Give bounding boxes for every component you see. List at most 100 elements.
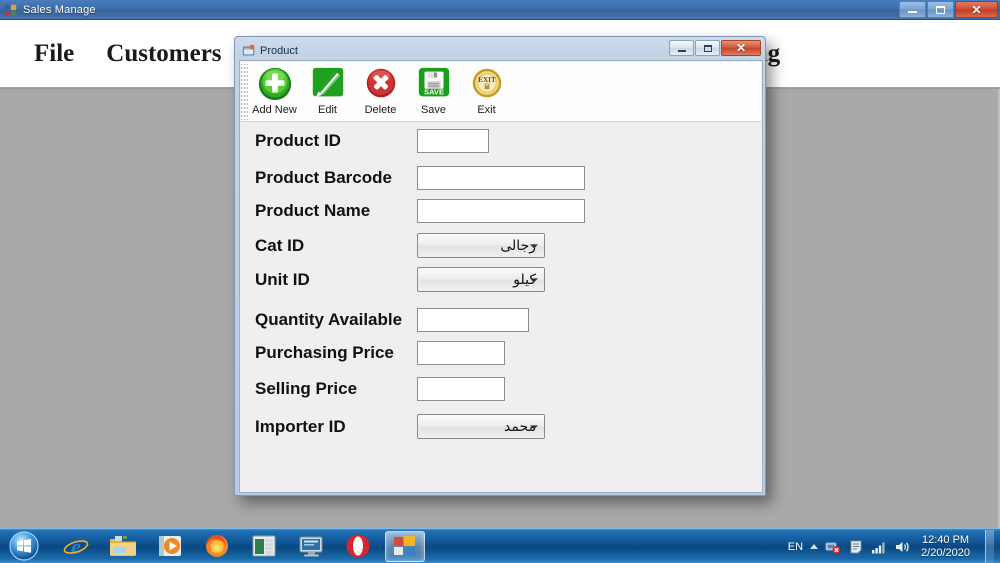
delete-button-label: Delete [364, 104, 397, 116]
language-indicator[interactable]: EN [788, 541, 803, 553]
purchasing-price-input[interactable] [417, 341, 505, 365]
taskbar-sales-manage-app[interactable] [385, 530, 425, 562]
cat-id-dropdown[interactable]: رجالى [417, 233, 545, 258]
file-explorer-icon [110, 536, 136, 556]
field-importer-id: Importer ID محمد [255, 414, 545, 439]
selling-price-input[interactable] [417, 377, 505, 401]
field-label-unit-id: Unit ID [255, 269, 310, 289]
edit-button[interactable]: Edit [301, 62, 354, 116]
add-new-icon [255, 65, 295, 103]
importer-id-value: محمد [504, 418, 536, 435]
save-button-label: Save [420, 104, 447, 116]
field-label-quantity-available: Quantity Available [255, 310, 403, 329]
field-label-product-name: Product Name [255, 201, 371, 220]
delete-button[interactable]: Delete [354, 62, 407, 116]
volume-icon[interactable] [894, 539, 910, 555]
taskbar-opera[interactable] [338, 531, 378, 562]
sales-manage-app-icon [394, 536, 415, 555]
save-icon: SAVE [414, 65, 454, 103]
taskbar-app-list: e [56, 530, 425, 562]
field-cat-id: Cat ID رجالى [255, 233, 545, 258]
opera-icon [346, 534, 370, 558]
field-label-cat-id: Cat ID [255, 235, 305, 255]
field-product-id: Product ID [255, 129, 489, 153]
product-name-input[interactable] [417, 199, 585, 223]
product-dialog-titlebar[interactable]: Product ✕ [239, 40, 761, 60]
field-unit-id: Unit ID كيلو [255, 267, 545, 292]
quantity-available-input[interactable] [417, 308, 529, 332]
clock[interactable]: 12:40 PM 2/20/2020 [917, 534, 976, 560]
main-minimize-button[interactable] [899, 1, 926, 18]
product-dialog-body: Add New Edit Delete SAVE Save EXIT Exit … [239, 60, 763, 493]
edit-button-label: Edit [318, 104, 337, 116]
taskbar-media-player[interactable] [150, 531, 190, 562]
show-desktop-button[interactable] [985, 530, 994, 563]
unit-id-dropdown[interactable]: كيلو [417, 267, 545, 292]
edit-icon [308, 65, 348, 103]
action-center-icon[interactable] [848, 539, 864, 555]
field-purchasing-price: Purchasing Price [255, 341, 505, 365]
dialog-maximize-button[interactable] [695, 40, 720, 56]
start-button[interactable] [2, 530, 46, 563]
firefox-icon [206, 535, 228, 557]
exit-icon: EXIT [467, 65, 507, 103]
field-label-product-barcode: Product Barcode [255, 168, 392, 187]
signal-bars-icon[interactable] [871, 539, 887, 555]
svg-text:EXIT: EXIT [478, 76, 496, 84]
chevron-down-icon [530, 424, 538, 429]
importer-id-dropdown[interactable]: محمد [417, 414, 545, 439]
product-dialog: Product ✕ Add New Edit Delete SAVE Save … [234, 36, 766, 496]
product-toolbar: Add New Edit Delete SAVE Save EXIT Exit [241, 62, 761, 122]
taskbar-remote-desktop[interactable] [291, 531, 331, 562]
svg-text:SAVE: SAVE [423, 87, 443, 96]
product-id-input[interactable] [417, 129, 489, 153]
taskbar-internet-explorer[interactable]: e [56, 531, 96, 562]
form-window-icon [242, 44, 255, 57]
add-new-button[interactable]: Add New [248, 62, 301, 116]
toolbar-grip-handle[interactable] [241, 64, 248, 120]
main-window-title: Sales Manage [23, 3, 96, 16]
taskbar-spreadsheet-app[interactable] [244, 531, 284, 562]
field-label-product-id: Product ID [255, 131, 341, 150]
remote-desktop-icon [299, 536, 323, 557]
svg-text:e: e [71, 534, 81, 559]
taskbar: e EN 12:40 PM 2/20/2020 [0, 528, 1000, 563]
add-new-button-label: Add New [252, 104, 297, 116]
product-dialog-controls: ✕ [669, 40, 761, 56]
delete-icon [361, 65, 401, 103]
field-selling-price: Selling Price [255, 377, 505, 401]
menu-item-customers[interactable]: Customers [90, 40, 237, 68]
field-label-importer-id: Importer ID [255, 416, 346, 436]
clock-date: 2/20/2020 [921, 546, 970, 559]
start-orb-icon [9, 531, 39, 561]
main-close-button[interactable]: ✕ [955, 1, 998, 18]
product-dialog-title: Product [260, 44, 298, 57]
clock-time: 12:40 PM [921, 533, 970, 546]
app-window-icon [4, 3, 18, 17]
network-disconnected-icon[interactable] [825, 539, 841, 555]
unit-id-value: كيلو [513, 271, 536, 288]
save-button[interactable]: SAVE Save [407, 62, 460, 116]
chevron-down-icon [530, 277, 538, 282]
main-window-controls: ✕ [899, 1, 998, 18]
field-product-barcode: Product Barcode [255, 166, 585, 190]
taskbar-file-explorer[interactable] [103, 531, 143, 562]
dialog-minimize-button[interactable] [669, 40, 694, 56]
menu-item-file[interactable]: File [18, 40, 90, 68]
taskbar-firefox[interactable] [197, 531, 237, 562]
chevron-down-icon [530, 243, 538, 248]
internet-explorer-icon: e [63, 534, 89, 559]
product-barcode-input[interactable] [417, 166, 585, 190]
exit-button[interactable]: EXIT Exit [460, 62, 513, 116]
field-label-selling-price: Selling Price [255, 379, 358, 398]
main-window-titlebar[interactable]: Sales Manage ✕ [0, 0, 1000, 20]
media-player-icon [159, 536, 181, 556]
cat-id-value: رجالى [500, 237, 536, 254]
system-tray: EN 12:40 PM 2/20/2020 [788, 529, 1000, 563]
dialog-close-button[interactable]: ✕ [721, 40, 761, 56]
field-label-purchasing-price: Purchasing Price [255, 343, 394, 362]
spreadsheet-app-icon [252, 535, 276, 557]
product-form: Product ID Product Barcode Product Name … [241, 122, 761, 492]
main-maximize-button[interactable] [927, 1, 954, 18]
show-hidden-icons-icon[interactable] [810, 544, 819, 549]
